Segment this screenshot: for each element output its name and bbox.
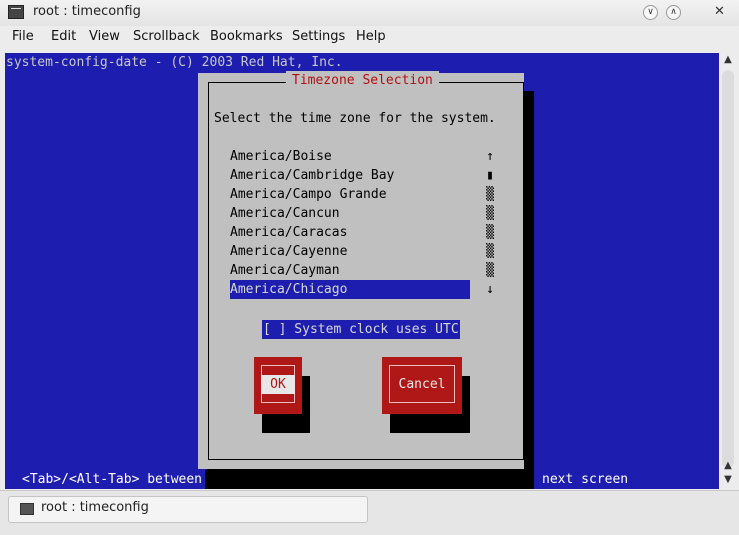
list-scroll-down-arrow[interactable]: ↓ xyxy=(486,280,494,299)
menu-edit[interactable]: Edit xyxy=(51,29,76,44)
list-scroll-track: ▒ xyxy=(486,225,494,240)
menu-view[interactable]: View xyxy=(89,29,120,44)
list-scroll-track: ▒ xyxy=(486,263,494,278)
terminal-header: system-config-date - (C) 2003 Red Hat, I… xyxy=(6,55,343,70)
scrollbar-track[interactable] xyxy=(722,70,734,468)
timezone-item[interactable]: America/Boise xyxy=(230,147,470,166)
cancel-button-label[interactable]: Cancel xyxy=(389,375,455,394)
close-button[interactable]: ✕ xyxy=(712,5,727,20)
maximize-button[interactable]: ∧ xyxy=(666,5,681,20)
taskbar-task-label: root : timeconfig xyxy=(41,500,149,515)
utc-checkbox[interactable]: [ ] System clock uses UTC xyxy=(262,320,460,339)
terminal-icon xyxy=(20,503,34,515)
scroll-up-icon[interactable]: ▲ xyxy=(720,460,736,471)
timezone-item-selected[interactable]: America/Chicago xyxy=(230,280,470,299)
timezone-item[interactable]: America/Campo Grande xyxy=(230,185,470,204)
window-title: root : timeconfig xyxy=(33,4,141,19)
menu-bookmarks[interactable]: Bookmarks xyxy=(210,29,283,44)
footer-help-right: next screen xyxy=(542,472,629,487)
list-scroll-track: ▒ xyxy=(486,206,494,221)
list-scroll-thumb[interactable]: ▮ xyxy=(486,166,494,185)
timezone-item[interactable]: America/Caracas xyxy=(230,223,470,242)
menu-help[interactable]: Help xyxy=(356,29,386,44)
terminal-screen[interactable]: system-config-date - (C) 2003 Red Hat, I… xyxy=(5,53,719,489)
ok-button-label[interactable]: OK xyxy=(261,375,295,394)
timezone-item[interactable]: America/Cayenne xyxy=(230,242,470,261)
menu-settings[interactable]: Settings xyxy=(292,29,345,44)
list-scroll-track: ▒ xyxy=(486,244,494,259)
dialog-prompt: Select the time zone for the system. xyxy=(214,111,496,126)
timezone-item[interactable]: America/Cancun xyxy=(230,204,470,223)
menu-scrollback[interactable]: Scrollback xyxy=(133,29,200,44)
list-scroll-up-arrow[interactable]: ↑ xyxy=(486,147,494,166)
footer-black-band xyxy=(205,470,534,489)
minimize-button[interactable]: ∨ xyxy=(643,5,658,20)
timezone-item[interactable]: America/Cambridge Bay xyxy=(230,166,470,185)
terminal-icon xyxy=(8,5,24,19)
menu-file[interactable]: File xyxy=(12,29,34,44)
scroll-up-icon[interactable]: ▲ xyxy=(720,54,736,65)
footer-help-left: <Tab>/<Alt-Tab> between xyxy=(22,472,203,487)
dialog-title: Timezone Selection xyxy=(286,71,439,90)
timezone-item[interactable]: America/Cayman xyxy=(230,261,470,280)
list-scroll-track: ▒ xyxy=(486,187,494,202)
scroll-down-icon[interactable]: ▼ xyxy=(720,474,736,485)
